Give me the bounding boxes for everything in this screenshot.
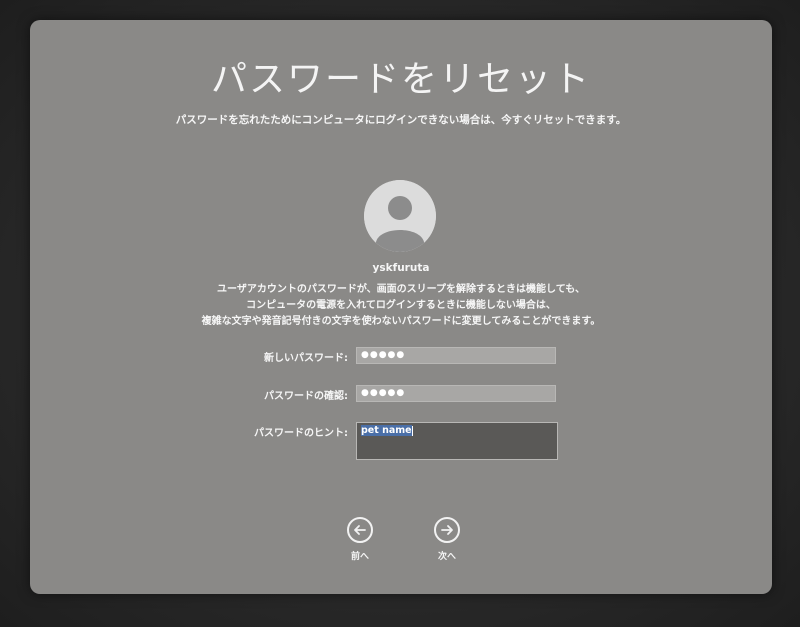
new-password-label: 新しいパスワード: <box>264 353 348 364</box>
password-hint-label: パスワードのヒント: <box>254 428 348 439</box>
new-password-field[interactable]: ●●●●● <box>356 347 556 364</box>
reset-password-panel: パスワードをリセット パスワードを忘れたためにコンピュータにログインできない場合… <box>30 20 772 594</box>
page-title: パスワードをリセット <box>210 59 591 100</box>
avatar-graphic <box>364 180 436 252</box>
next-label: 次へ <box>437 552 456 562</box>
arrow-left-circle-icon[interactable] <box>347 517 373 543</box>
arrow-right-glyph <box>441 525 453 535</box>
back-label: 前へ <box>350 552 369 562</box>
notice-line-2: コンピュータの電源を入れてログインするときに機能しない場合は、 <box>246 300 556 311</box>
verify-password-field[interactable]: ●●●●● <box>356 385 556 402</box>
arrow-left-glyph <box>354 525 366 535</box>
arrow-right-circle-icon[interactable] <box>434 517 460 543</box>
person-silhouette-icon <box>364 180 436 252</box>
notice-line-1: ユーザアカウントのパスワードが、画面のスリープを解除するときは機能しても、 <box>217 284 585 295</box>
username: yskfuruta <box>372 262 430 274</box>
text-caret <box>411 425 413 436</box>
hint-text: pet name <box>361 425 412 436</box>
notice-line-3: 複雑な文字や発音記号付きの文字を使わないパスワードに変更してみることができます。 <box>201 316 601 327</box>
page-subtitle: パスワードを忘れたためにコンピュータにログインできない場合は、今すぐリセットでき… <box>175 114 627 126</box>
password-notice: ユーザアカウントのパスワードが、画面のスリープを解除するときは機能しても、 コン… <box>30 282 772 330</box>
next-button[interactable]: 次へ <box>427 517 467 562</box>
verify-password-label: パスワードの確認: <box>264 391 348 402</box>
password-hint-field[interactable]: pet name <box>356 422 558 460</box>
back-button[interactable]: 前へ <box>340 517 380 562</box>
